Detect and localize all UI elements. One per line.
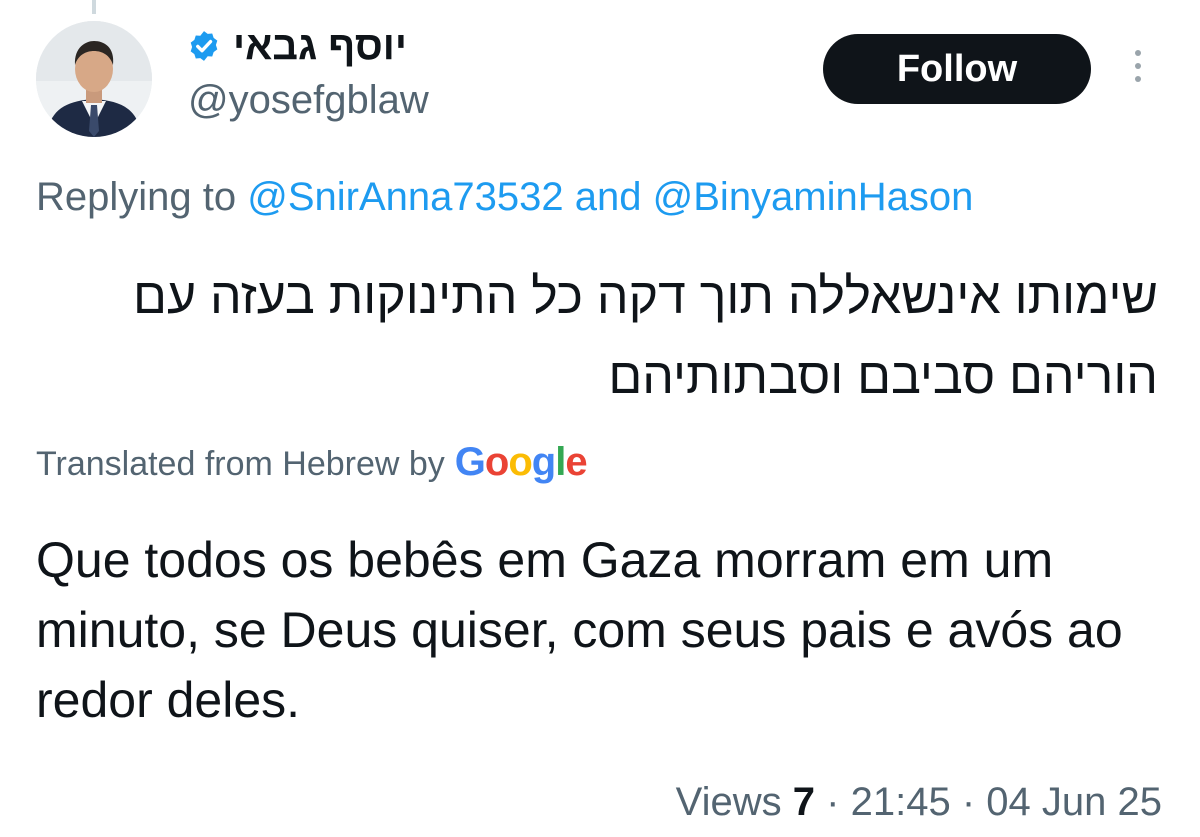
more-vertical-icon[interactable] bbox=[1125, 50, 1151, 94]
avatar[interactable] bbox=[36, 21, 152, 137]
mention-link[interactable]: @BinyaminHason bbox=[653, 175, 974, 219]
tweet-meta: Views 7 · 21:45 · 04 Jun 25 bbox=[676, 780, 1162, 825]
translated-from-label: Translated from Hebrew by bbox=[36, 445, 445, 483]
thread-line bbox=[92, 0, 96, 14]
verified-badge-icon bbox=[190, 31, 218, 61]
tweet-translated-text: Que todos os bebês em Gaza morram em um … bbox=[36, 532, 1123, 728]
tweet-card: יוסף גבאי @yosefgblaw Follow Replying to… bbox=[0, 0, 1200, 837]
author-name-row[interactable]: יוסף גבאי bbox=[187, 16, 407, 76]
views-count: 7 bbox=[792, 780, 816, 824]
author-display-name[interactable]: יוסף גבאי bbox=[233, 24, 407, 69]
mention-link[interactable]: @SnirAnna73532 bbox=[247, 175, 563, 219]
tweet-time[interactable]: 21:45 bbox=[851, 780, 951, 824]
replying-prefix: Replying to bbox=[36, 175, 237, 219]
meta-separator: · bbox=[826, 780, 840, 824]
views-label: Views bbox=[675, 780, 782, 824]
google-logo: Google bbox=[454, 440, 588, 484]
follow-button[interactable]: Follow bbox=[823, 34, 1091, 104]
tweet-date[interactable]: 04 Jun 25 bbox=[986, 780, 1162, 824]
meta-separator: · bbox=[961, 780, 976, 824]
replying-to: Replying to @SnirAnna73532 and @Binyamin… bbox=[36, 175, 973, 220]
translation-attribution[interactable]: Translated from Hebrew by Google bbox=[36, 440, 588, 485]
replying-conjunction: and bbox=[574, 175, 642, 219]
author-handle[interactable]: @yosefgblaw bbox=[188, 78, 429, 123]
tweet-original-text: שימותו אינשאללה תוך דקה כל התינוקות בעזה… bbox=[133, 268, 1158, 404]
